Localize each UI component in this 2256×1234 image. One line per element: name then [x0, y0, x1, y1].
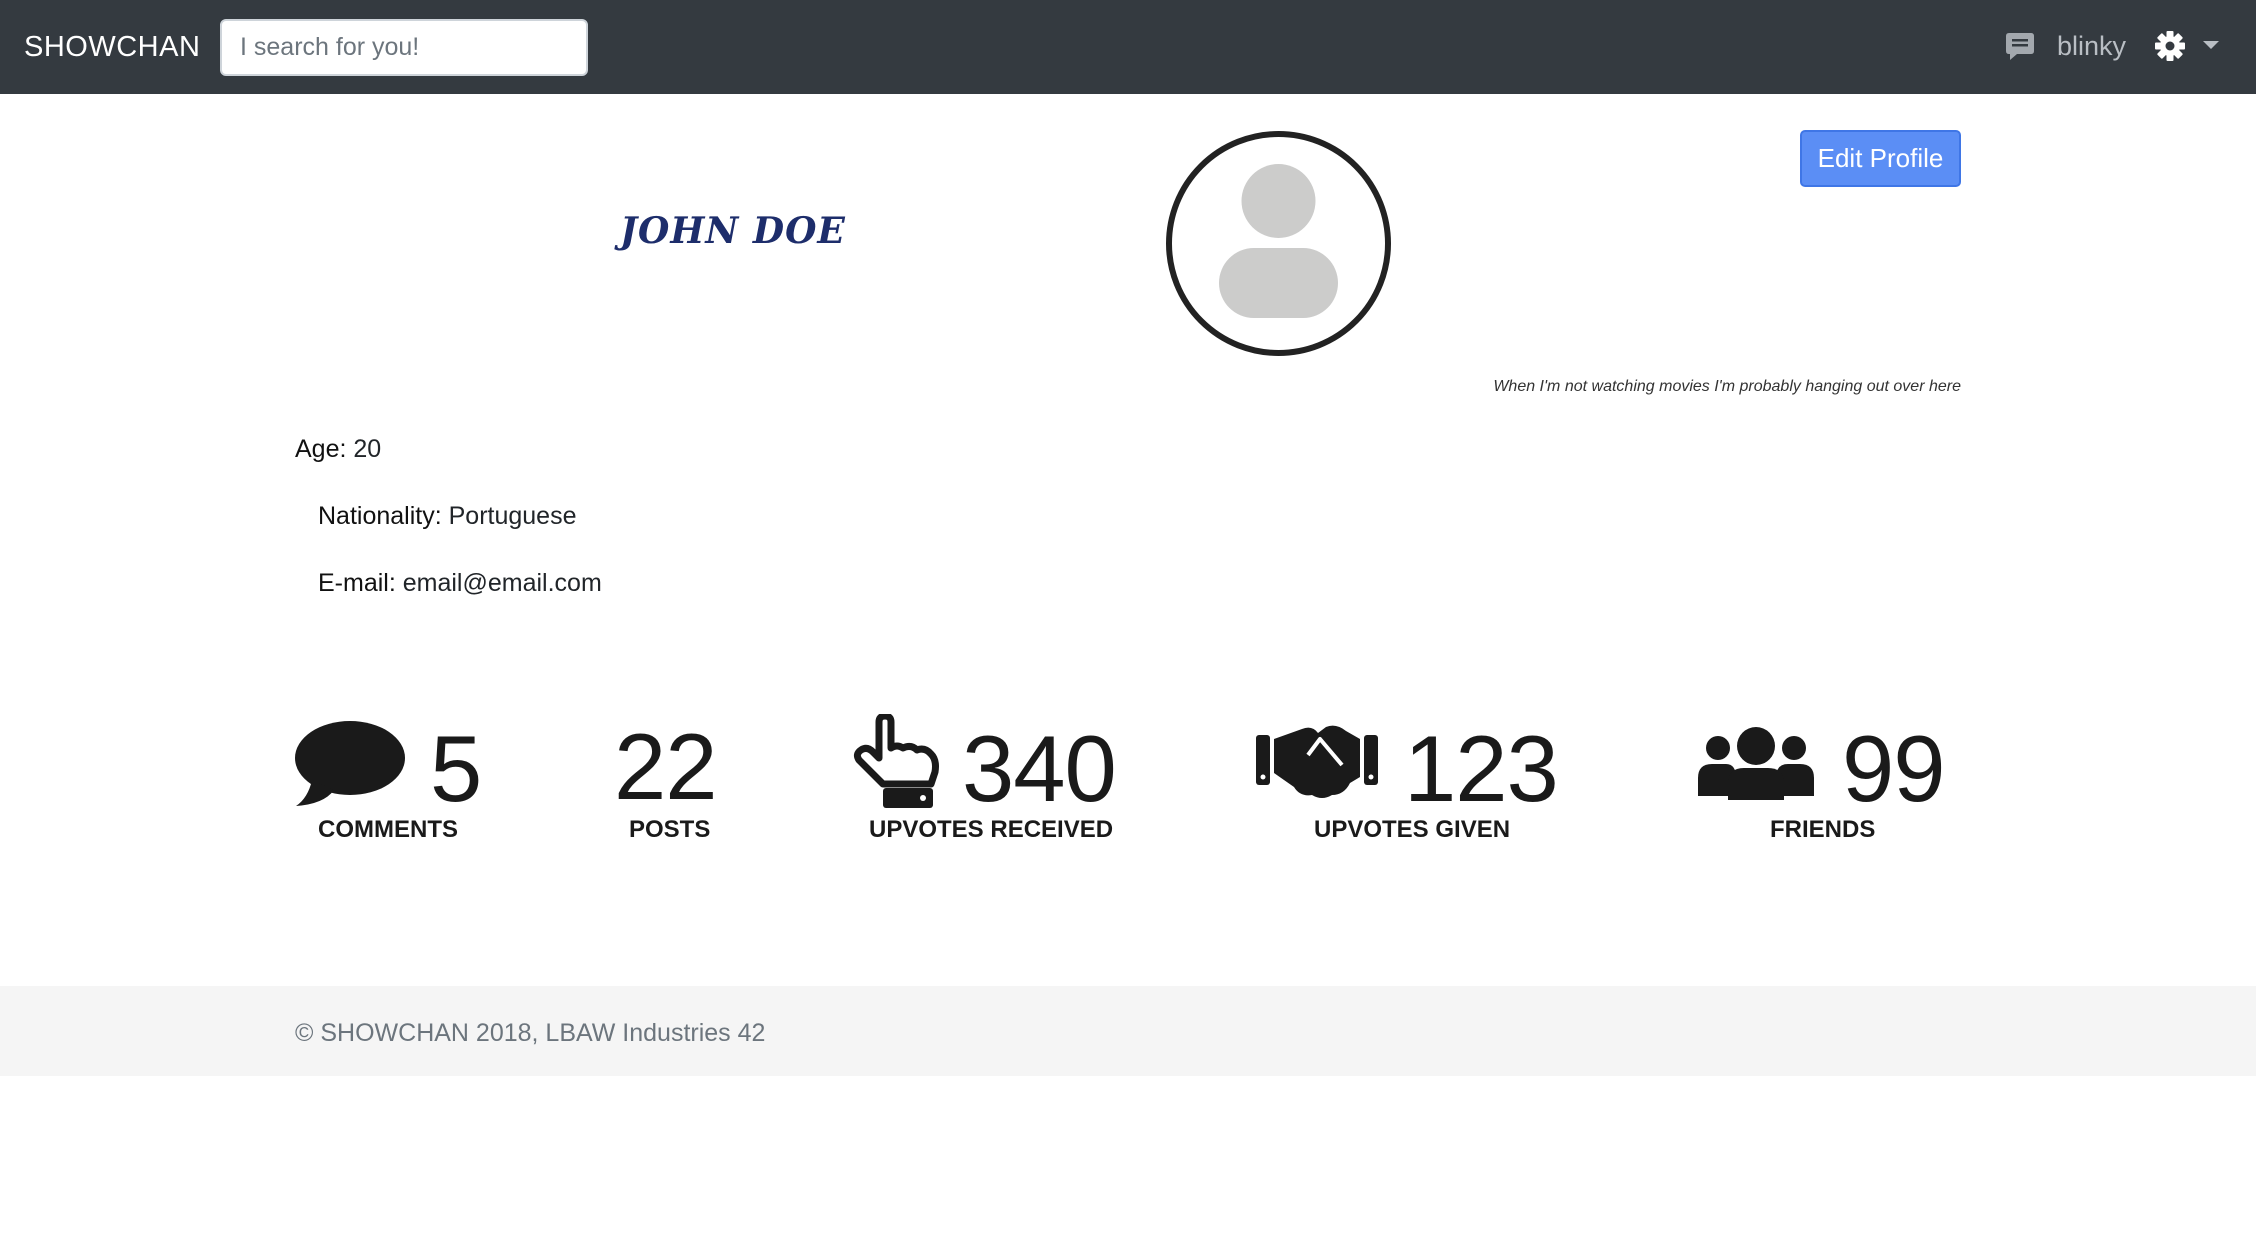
- gear-icon[interactable]: [2155, 31, 2185, 61]
- upvotes-given-count: 123: [1404, 716, 1559, 821]
- chat-icon[interactable]: [2004, 30, 2036, 62]
- posts-label: POSTS: [629, 816, 711, 843]
- upvotes-received-label: UPVOTES RECEIVED: [869, 816, 1114, 843]
- profile-name: JOHN DOE: [620, 210, 846, 252]
- avatar: [1166, 131, 1391, 356]
- nationality-value: Portuguese: [448, 502, 577, 530]
- username-link[interactable]: blinky: [2057, 27, 2126, 65]
- email-field: E-mail: email@email.com: [318, 566, 602, 600]
- age-field: Age: 20: [295, 432, 381, 466]
- pointing-hand-icon: [853, 712, 939, 815]
- posts-count: 22: [614, 714, 718, 819]
- edit-profile-button[interactable]: Edit Profile: [1800, 130, 1961, 187]
- search-input[interactable]: [220, 19, 588, 76]
- nationality-field: Nationality: Portuguese: [318, 499, 577, 533]
- user-silhouette-icon: [1219, 164, 1338, 318]
- upvotes-received-count: 340: [962, 716, 1117, 821]
- speech-bubble-icon: [294, 720, 406, 813]
- users-icon: [1696, 726, 1816, 805]
- friends-count: 99: [1842, 716, 1946, 821]
- age-value: 20: [353, 435, 382, 463]
- email-value: email@email.com: [402, 569, 602, 597]
- handshake-icon: [1256, 725, 1378, 806]
- comments-label: COMMENTS: [318, 816, 458, 843]
- page-footer: © SHOWCHAN 2018, LBAW Industries 42: [0, 986, 2256, 1076]
- chevron-down-icon[interactable]: [2203, 41, 2219, 49]
- top-navbar: SHOWCHAN blinky: [0, 0, 2256, 94]
- email-label: E-mail:: [318, 569, 396, 597]
- upvotes-given-label: UPVOTES GIVEN: [1314, 816, 1511, 843]
- profile-tagline: When I'm not watching movies I'm probabl…: [1493, 378, 1961, 395]
- comments-count: 5: [430, 716, 482, 821]
- brand-logo[interactable]: SHOWCHAN: [24, 28, 200, 66]
- footer-copyright: © SHOWCHAN 2018, LBAW Industries 42: [295, 1019, 766, 1047]
- nationality-label: Nationality:: [318, 502, 442, 530]
- friends-label: FRIENDS: [1770, 816, 1876, 843]
- age-label: Age:: [295, 435, 347, 463]
